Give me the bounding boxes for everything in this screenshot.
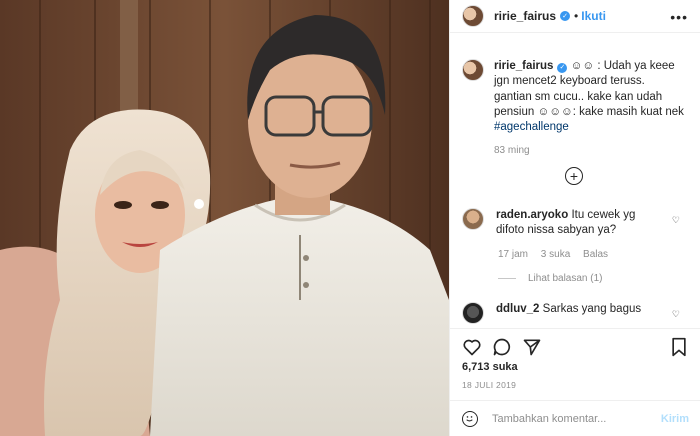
- action-bar: [450, 328, 700, 357]
- view-replies[interactable]: Lihat balasan (1): [498, 273, 603, 284]
- view-replies-label[interactable]: Lihat balasan (1): [528, 273, 603, 284]
- post-date: 18 JULI 2019: [462, 380, 517, 390]
- post-photo[interactable]: [0, 0, 449, 436]
- avatar[interactable]: [462, 5, 484, 27]
- caption-time: 83 ming: [494, 145, 530, 157]
- caption: ririe_fairus ✓ ☺☺ : Udah ya keee jgn menc…: [450, 33, 700, 135]
- comment-icon[interactable]: [492, 337, 512, 357]
- divider: [498, 278, 516, 279]
- caption-text: ririe_fairus ✓ ☺☺ : Udah ya keee jgn menc…: [494, 59, 684, 135]
- comment-text: raden.aryoko Itu cewek yg difoto nissa s…: [496, 208, 666, 239]
- comment-username[interactable]: ddluv_2: [496, 303, 539, 315]
- comment-meta: 17 jam 3 suka Balas: [498, 249, 618, 260]
- share-icon[interactable]: [522, 337, 542, 357]
- likes-count[interactable]: 6,713 suka: [462, 361, 518, 373]
- bookmark-icon[interactable]: [670, 337, 688, 357]
- post-sidebar: ririe_fairus ✓ • Ikuti ••• ririe_fairus ✓…: [449, 0, 700, 436]
- comment-body: Sarkas yang bagus: [542, 303, 642, 315]
- comment-input[interactable]: [490, 411, 654, 426]
- avatar[interactable]: [462, 59, 484, 81]
- comment-item: raden.aryoko Itu cewek yg difoto nissa s…: [462, 208, 666, 239]
- add-comment-bar: Kirim: [450, 400, 700, 436]
- verified-icon: ✓: [557, 62, 568, 73]
- smile-icon[interactable]: [462, 410, 478, 427]
- comment-like-icon[interactable]: ♡: [672, 309, 680, 320]
- verified-icon: ✓: [560, 11, 571, 21]
- comment-likes[interactable]: 3 suka: [541, 249, 570, 260]
- avatar[interactable]: [462, 208, 484, 230]
- heart-icon[interactable]: [462, 337, 482, 357]
- comment-time: 17 jam: [498, 249, 529, 260]
- comment-username[interactable]: raden.aryoko: [496, 209, 568, 221]
- post-comment-button[interactable]: Kirim: [661, 413, 689, 425]
- reply-button[interactable]: Balas: [583, 249, 608, 260]
- avatar[interactable]: [462, 302, 484, 324]
- comment-item: ddluv_2 Sarkas yang bagus: [462, 302, 666, 324]
- hashtag-link[interactable]: #agechallenge: [494, 121, 569, 133]
- more-options-icon[interactable]: •••: [670, 9, 688, 25]
- author-username[interactable]: ririe_fairus: [494, 9, 556, 23]
- follow-button[interactable]: Ikuti: [581, 9, 606, 23]
- separator-dot: •: [574, 9, 579, 23]
- photo-illustration: [0, 0, 449, 436]
- caption-username[interactable]: ririe_fairus: [494, 60, 553, 72]
- comment-text: ddluv_2 Sarkas yang bagus: [496, 302, 666, 324]
- instagram-post: ririe_fairus ✓ • Ikuti ••• ririe_fairus ✓…: [0, 0, 700, 436]
- comment-like-icon[interactable]: ♡: [672, 215, 680, 226]
- post-header: ririe_fairus ✓ • Ikuti •••: [450, 0, 700, 33]
- plus-circle-icon[interactable]: +: [565, 167, 583, 185]
